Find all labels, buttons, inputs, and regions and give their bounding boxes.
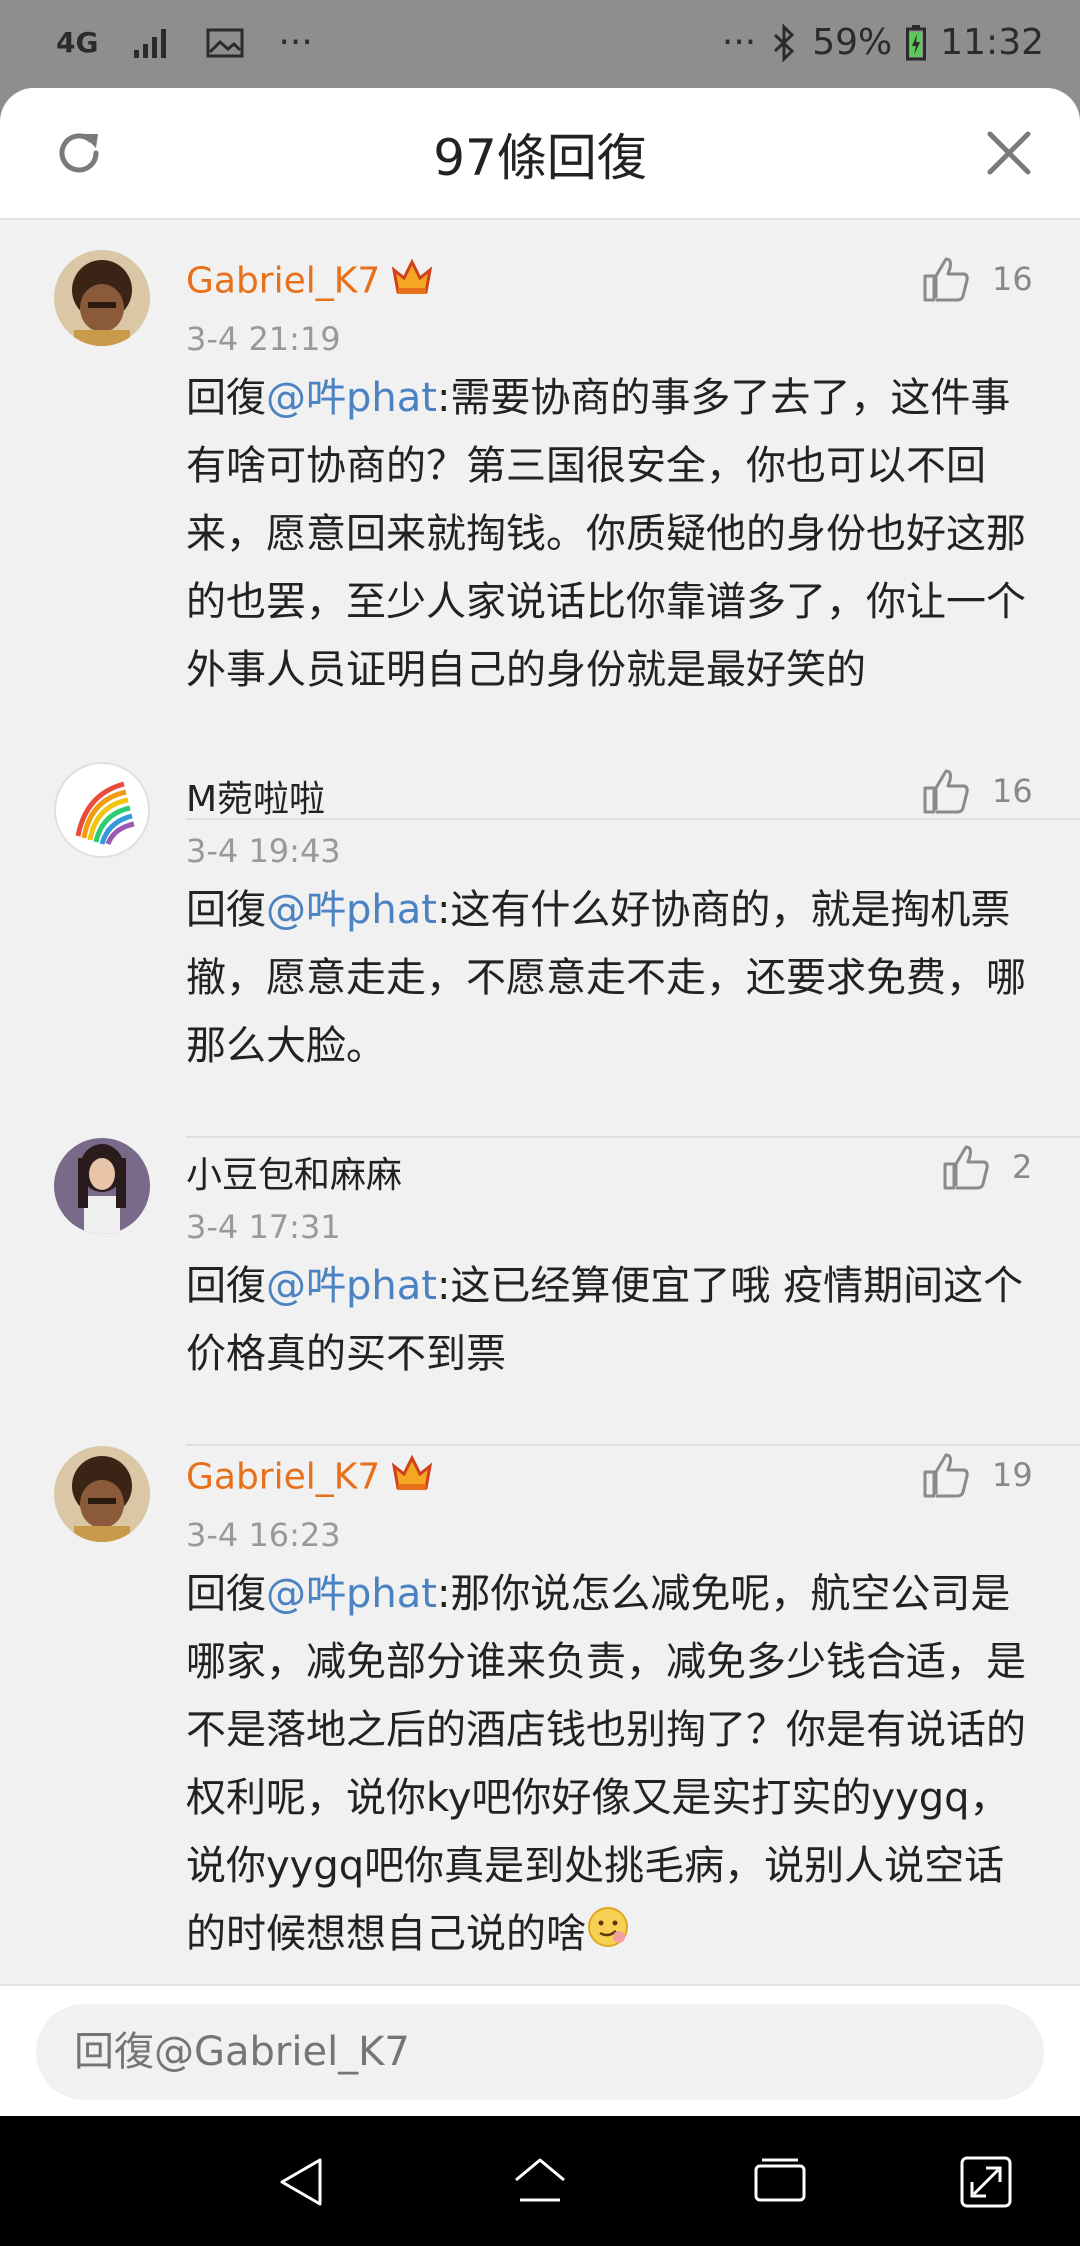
comment-item: Gabriel_K7 3-4 21:19 16 回復@吽phat:需要协商的事多… — [0, 250, 1080, 820]
avatar[interactable] — [54, 1138, 150, 1234]
system-nav-bar — [0, 2116, 1080, 2246]
like-count: 16 — [992, 260, 1033, 298]
comment-text: 回復@吽phat:那你说怎么减免呢，航空公司是哪家，减免部分谁来负责，减免多少钱… — [186, 1560, 1036, 1970]
like-count: 19 — [992, 1456, 1033, 1494]
thumbs-up-icon — [923, 257, 969, 302]
like-button[interactable]: 19 — [922, 1452, 1033, 1498]
signal-icon — [134, 28, 167, 58]
like-button[interactable]: 16 — [922, 256, 1033, 302]
thumbs-up-icon — [923, 769, 969, 814]
bluetooth-icon — [774, 23, 795, 62]
gallery-icon — [206, 28, 244, 57]
comment-item: Gabriel_K7 3-4 16:23 19 回復@吽phat:那你说怎么减免… — [0, 1446, 1080, 1986]
avatar[interactable] — [54, 762, 150, 858]
reply-input[interactable] — [36, 2004, 1044, 2100]
username[interactable]: 小豆包和麻麻 — [186, 1146, 402, 1198]
vip-crown-icon — [390, 258, 434, 307]
mention-link[interactable]: @吽phat — [266, 375, 437, 421]
like-button[interactable]: 16 — [922, 768, 1033, 814]
status-bar: 4G ··· ··· 59% 11:32 — [0, 0, 1080, 88]
close-icon[interactable] — [984, 128, 1034, 178]
comment-text: 回復@吽phat:这已经算便宜了哦 疫情期间这个价格真的买不到票 — [186, 1263, 1024, 1377]
avatar[interactable] — [54, 1446, 150, 1542]
sheet-header: 97條回復 — [0, 88, 1080, 220]
more-status-icon: ··· — [721, 22, 757, 63]
comment-item: 小豆包和麻麻 3-4 17:31 2 回復@吽phat:这已经算便宜了哦 疫情期… — [0, 1138, 1080, 1446]
avatar[interactable] — [54, 250, 150, 346]
battery-percent: 59% — [812, 22, 893, 63]
comment-time: 3-4 19:43 — [186, 832, 341, 870]
username[interactable]: Gabriel_K7 — [186, 1454, 434, 1503]
like-count: 16 — [992, 772, 1033, 810]
thumbs-up-icon — [943, 1145, 989, 1190]
comment-time: 3-4 21:19 — [186, 320, 341, 358]
like-button[interactable]: 2 — [942, 1144, 1032, 1190]
mention-link[interactable]: @吽phat — [266, 1263, 437, 1309]
recent-apps-icon[interactable] — [752, 2154, 808, 2210]
mention-link[interactable]: @吽phat — [266, 887, 437, 933]
thumbs-up-icon — [923, 1453, 969, 1498]
back-icon[interactable] — [274, 2154, 330, 2210]
username[interactable]: M菀啦啦 — [186, 770, 325, 822]
comment-text: 回復@吽phat:这有什么好协商的，就是掏机票撤，愿意走走，不愿意走不走，还要求… — [186, 887, 1026, 1069]
expand-screen-icon[interactable] — [958, 2154, 1014, 2210]
comment-text: 回復@吽phat:需要协商的事多了去了，这件事有啥可协商的？第三国很安全，你也可… — [186, 375, 1026, 693]
reply-count-title: 97條回復 — [433, 129, 647, 187]
comment-time: 3-4 16:23 — [186, 1516, 341, 1554]
battery-charging-icon — [906, 24, 927, 60]
reply-bar — [0, 1984, 1080, 2116]
mention-link[interactable]: @吽phat — [266, 1571, 437, 1617]
like-count: 2 — [1012, 1148, 1033, 1186]
home-icon[interactable] — [512, 2154, 568, 2210]
smirk-emoji-icon — [586, 1902, 630, 1970]
comment-time: 3-4 17:31 — [186, 1208, 341, 1246]
more-notifications-icon: ··· — [278, 22, 313, 63]
comment-item: M菀啦啦 3-4 19:43 16 回復@吽phat:这有什么好协商的，就是掏机… — [0, 762, 1080, 1138]
comments-sheet: 97條回復 Gabriel_K7 3-4 21:19 16 回復@吽phat:需… — [0, 88, 1080, 2116]
username[interactable]: Gabriel_K7 — [186, 258, 434, 307]
clock: 11:32 — [940, 22, 1044, 63]
network-indicator: 4G — [56, 26, 99, 59]
vip-crown-icon — [390, 1454, 434, 1503]
